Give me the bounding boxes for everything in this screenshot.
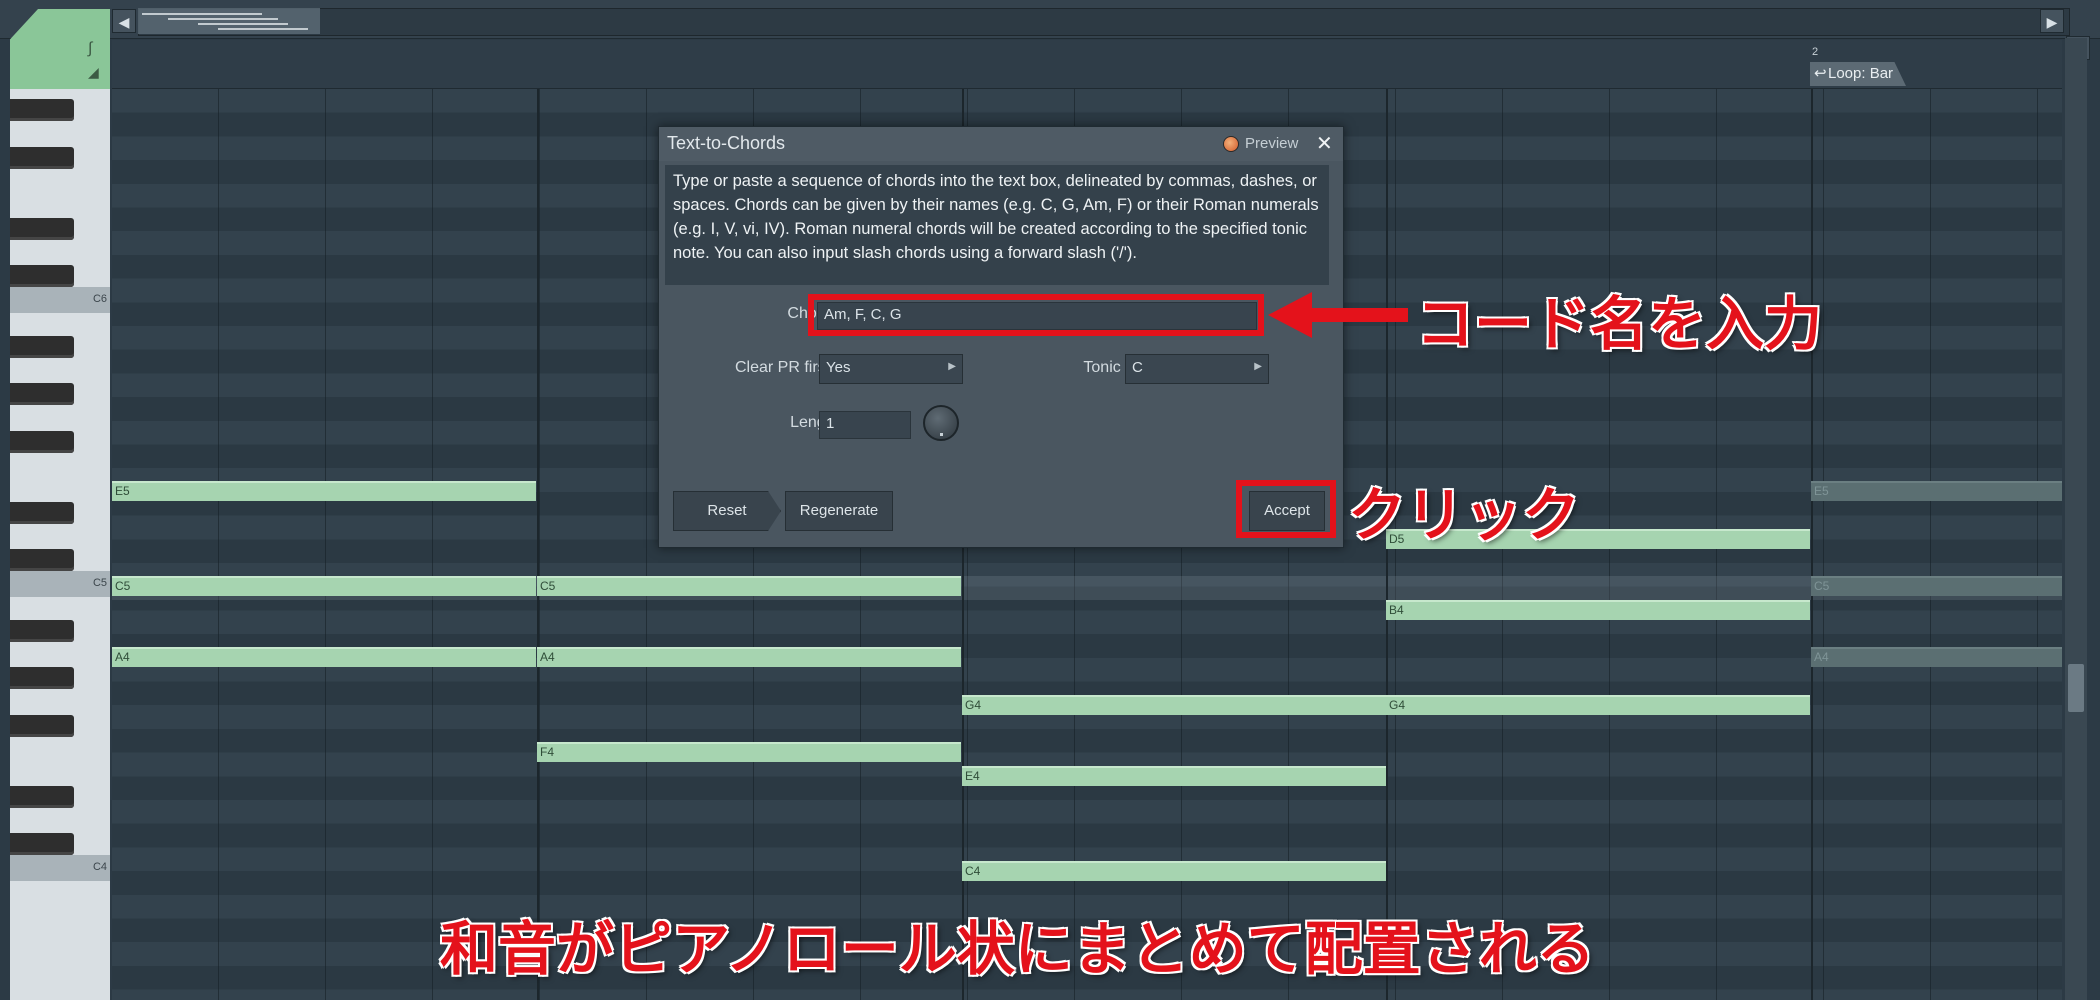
timeline-ruler[interactable] (112, 40, 2062, 89)
knob-indicator (940, 433, 943, 436)
red-arrow-head-icon (1268, 292, 1312, 338)
clear-pr-label: Clear PR first? (734, 359, 839, 376)
note[interactable]: C4 (962, 861, 1386, 881)
note[interactable]: C5 (537, 576, 961, 596)
black-key[interactable] (10, 383, 74, 406)
black-key[interactable] (10, 217, 74, 240)
annotation-caption: 和音がピアノロール状にまとめて配置される (439, 914, 1596, 984)
bar-number: 2 (1812, 46, 1819, 58)
note[interactable]: A4 (112, 647, 536, 667)
reset-button[interactable]: Reset (673, 491, 781, 531)
tool-icon[interactable]: ∫ (88, 40, 92, 58)
key-label-c6: C6 (92, 293, 107, 305)
note[interactable]: C5 (112, 576, 536, 596)
note[interactable]: A4 (537, 647, 961, 667)
black-key[interactable] (10, 430, 74, 453)
black-key[interactable] (10, 620, 74, 642)
black-key[interactable] (10, 833, 74, 856)
preview-label[interactable]: Preview (1245, 135, 1298, 152)
clear-pr-value: Yes (826, 359, 851, 376)
ghost-note: A4 (1811, 647, 2062, 667)
black-key[interactable] (10, 146, 74, 169)
black-key[interactable] (10, 667, 74, 690)
close-icon[interactable]: ✕ (1316, 131, 1333, 156)
ghost-note: E5 (1811, 481, 2062, 501)
note[interactable]: F4 (537, 742, 961, 762)
black-key[interactable] (10, 785, 74, 808)
annotation-enter-chord: コード名を入力 (1415, 289, 1823, 359)
scroll-right-button[interactable]: ▶ (2040, 9, 2064, 33)
note[interactable]: G4 (962, 695, 1386, 715)
black-key[interactable] (10, 501, 74, 524)
key-label-c5: C5 (92, 577, 107, 589)
note[interactable]: B4 (1386, 600, 1810, 620)
loop-icon: ↩ (1814, 65, 1827, 82)
preview-led-icon[interactable] (1223, 136, 1239, 152)
overview-window[interactable] (138, 8, 320, 34)
dropdown-arrow-icon: ▶ (1254, 361, 1262, 372)
note[interactable]: E5 (112, 481, 536, 501)
clear-pr-select[interactable]: Yes ▶ (819, 354, 963, 384)
scroll-left-button[interactable]: ◀ (112, 9, 136, 33)
vertical-scrollbar[interactable] (2065, 38, 2087, 1000)
black-key[interactable] (10, 99, 74, 122)
black-key[interactable] (10, 336, 74, 358)
accept-highlight-box (1236, 480, 1336, 538)
triangle-icon: ◢ (88, 64, 99, 80)
ghost-note: C5 (1811, 576, 2062, 596)
key-label-c4: C4 (92, 861, 107, 873)
black-key[interactable] (10, 549, 74, 572)
annotation-click: クリック (1347, 480, 1581, 550)
regenerate-button[interactable]: Regenerate (785, 491, 893, 531)
piano-keyboard[interactable]: C6 C5 C4 (10, 89, 110, 1000)
note[interactable]: G4 (1386, 695, 1810, 715)
black-key[interactable] (10, 714, 74, 737)
dialog-title: Text-to-Chords (667, 133, 786, 153)
tonic-note-value: C (1132, 359, 1143, 376)
overview-strip[interactable] (138, 8, 2070, 36)
loop-marker[interactable]: ↩ Loop: Bar (1810, 62, 1906, 86)
note[interactable]: E4 (962, 766, 1386, 786)
vertical-scroll-thumb[interactable] (2068, 664, 2084, 712)
dropdown-arrow-icon: ▶ (948, 361, 956, 372)
dialog-description: Type or paste a sequence of chords into … (665, 165, 1329, 285)
loop-label: Loop: Bar (1828, 65, 1894, 82)
chords-highlight-box (808, 294, 1264, 336)
length-input[interactable]: 1 (819, 411, 911, 439)
black-key[interactable] (10, 265, 74, 288)
tonic-note-select[interactable]: C ▶ (1125, 354, 1269, 384)
red-arrow-shaft (1308, 308, 1408, 322)
